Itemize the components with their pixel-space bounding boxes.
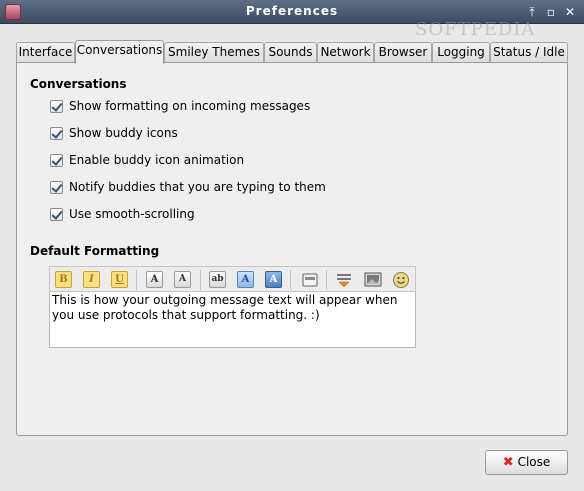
show-formatting-checkbox[interactable] <box>50 100 63 113</box>
maximize-window-icon[interactable]: ▫ <box>543 4 559 20</box>
smiley-icon <box>393 272 409 288</box>
shade-window-icon[interactable]: ⤒ <box>524 4 540 20</box>
show-buddy-icons-checkbox[interactable] <box>50 127 63 140</box>
tab-conversations[interactable]: Conversations <box>75 40 164 64</box>
notify-typing-label: Notify buddies that you are typing to th… <box>69 180 326 194</box>
toolbar-separator <box>200 270 201 290</box>
show-formatting-label: Show formatting on incoming messages <box>69 99 311 113</box>
buddy-icon-animation-checkbox[interactable] <box>50 154 63 167</box>
insert-image-button[interactable] <box>363 270 383 290</box>
toolbar-separator <box>136 270 137 290</box>
tab-logging[interactable]: Logging <box>432 42 490 63</box>
shrink-font-button[interactable]: A <box>174 271 191 288</box>
reset-formatting-icon <box>302 273 318 287</box>
close-button-label: Close <box>517 455 551 469</box>
buddy-icon-animation-label: Enable buddy icon animation <box>69 153 245 167</box>
default-formatting-section-title: Default Formatting <box>30 244 160 258</box>
title-bar[interactable]: Preferences ⤒ ▫ ✕ <box>0 0 584 24</box>
tab-status-idle[interactable]: Status / Idle <box>490 42 568 63</box>
formatting-preview-editor[interactable]: This is how your outgoing message text w… <box>49 292 416 348</box>
tab-browser[interactable]: Browser <box>374 42 432 63</box>
tab-network[interactable]: Network <box>317 42 374 63</box>
formatting-toolbar: B I U A A ab A A <box>49 266 416 292</box>
insert-image-icon <box>364 272 382 287</box>
close-window-icon[interactable]: ✕ <box>562 4 578 20</box>
underline-button[interactable]: U <box>111 271 128 288</box>
italic-button[interactable]: I <box>83 271 100 288</box>
grow-font-button[interactable]: A <box>146 271 163 288</box>
insert-smiley-button[interactable] <box>391 270 411 290</box>
reset-formatting-button[interactable] <box>300 270 320 290</box>
insert-rule-button[interactable] <box>334 270 354 290</box>
window-title: Preferences <box>245 4 339 18</box>
smooth-scrolling-label: Use smooth-scrolling <box>69 207 195 221</box>
insert-rule-icon <box>337 274 351 288</box>
bold-button[interactable]: B <box>55 271 72 288</box>
tab-interface[interactable]: Interface <box>16 42 75 63</box>
conversations-section-title: Conversations <box>30 77 127 91</box>
notify-typing-checkbox[interactable] <box>50 181 63 194</box>
tab-smiley-themes[interactable]: Smiley Themes <box>164 42 264 63</box>
toolbar-separator <box>290 270 291 290</box>
tab-sounds[interactable]: Sounds <box>264 42 317 63</box>
close-x-icon: ✖ <box>502 455 514 470</box>
font-face-button[interactable]: ab <box>209 271 226 288</box>
smooth-scrolling-checkbox[interactable] <box>50 208 63 221</box>
show-buddy-icons-label: Show buddy icons <box>69 126 178 140</box>
background-color-button[interactable]: A <box>265 271 282 288</box>
foreground-color-button[interactable]: A <box>237 271 254 288</box>
toolbar-separator <box>326 270 327 290</box>
close-button[interactable]: ✖ Close <box>485 450 568 475</box>
